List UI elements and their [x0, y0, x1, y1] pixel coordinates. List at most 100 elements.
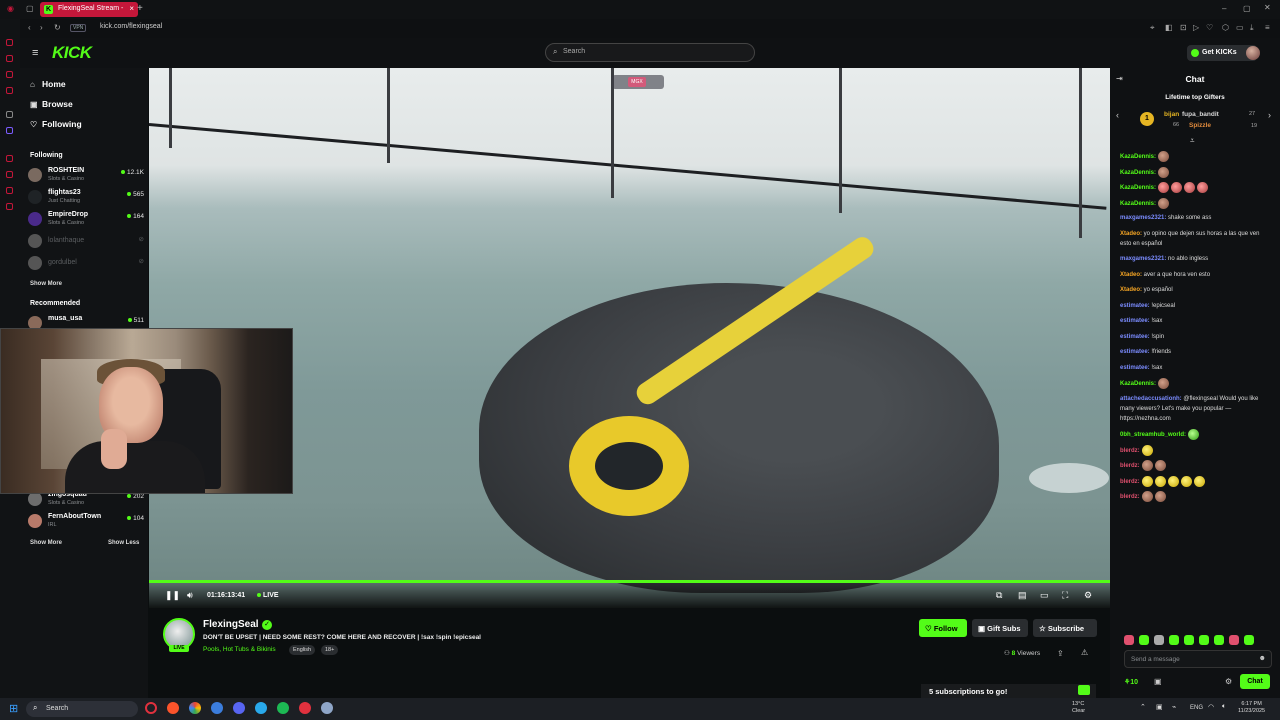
sidebar-app-icon[interactable] — [6, 127, 13, 134]
settings-app-icon[interactable] — [321, 702, 333, 714]
wifi-icon[interactable]: ◠ — [1208, 703, 1214, 711]
sidebar-app-icon[interactable] — [6, 203, 13, 210]
sidebar-app-icon[interactable] — [6, 71, 13, 78]
speaker-icon[interactable]: 🔈︎ — [1222, 703, 1226, 711]
app-icon[interactable] — [211, 702, 223, 714]
expand-gifters-icon[interactable]: ⩡ — [1190, 136, 1195, 146]
chat-username[interactable]: KazaDennis: — [1120, 185, 1156, 191]
screenshot-icon[interactable]: ⊡ — [1180, 23, 1187, 32]
sidebar-app-icon[interactable] — [6, 187, 13, 194]
chat-emote-icon[interactable] — [1158, 378, 1170, 389]
gift-icon[interactable]: ▣ — [1154, 677, 1162, 686]
video-player[interactable]: MGX — [149, 68, 1110, 608]
chat-emote-icon[interactable] — [1141, 491, 1153, 502]
chat-username[interactable]: 0bh_streamhub_world: — [1120, 432, 1186, 438]
vpn-badge[interactable]: VPN — [70, 24, 87, 32]
sidebar-app-icon[interactable] — [6, 155, 13, 162]
chat-emote-icon[interactable] — [1184, 182, 1196, 193]
webcam-popout[interactable] — [0, 328, 293, 494]
subscribe-button[interactable]: ☆ Subscribe — [1033, 619, 1097, 637]
chat-emote-icon[interactable] — [1158, 197, 1170, 209]
live-indicator[interactable]: LIVE — [257, 592, 279, 599]
chat-emote-icon[interactable] — [1197, 182, 1209, 193]
emoji-icon[interactable]: ☻ — [1259, 655, 1266, 662]
chat-emote-icon[interactable] — [1158, 151, 1170, 162]
emote-button[interactable] — [1139, 635, 1149, 645]
user-avatar[interactable] — [1246, 46, 1260, 60]
emote-button[interactable] — [1154, 635, 1164, 645]
streamer-name[interactable]: FlexingSeal — [203, 619, 259, 630]
discord-app-icon[interactable] — [233, 702, 245, 714]
gifter-name[interactable]: fupa_bandit — [1182, 111, 1219, 118]
emote-button[interactable] — [1244, 635, 1254, 645]
chat-username[interactable]: estimatee: — [1120, 334, 1150, 340]
nav-following[interactable]: ♡ Following — [30, 119, 82, 129]
taskbar-search[interactable]: ⌕ Search — [26, 701, 138, 717]
gifter-name[interactable]: Spizzle — [1189, 122, 1211, 129]
chat-emote-icon[interactable] — [1158, 182, 1170, 193]
report-icon[interactable]: ⚠ — [1081, 648, 1088, 657]
back-icon[interactable]: ‹ — [28, 23, 31, 32]
gifters-next-icon[interactable]: › — [1268, 110, 1271, 120]
chat-username[interactable]: attachedaccusationh: — [1120, 396, 1182, 402]
chat-username[interactable]: blerdz: — [1120, 448, 1140, 454]
spotify-app-icon[interactable] — [277, 702, 289, 714]
heart-icon[interactable]: ♡ — [1206, 23, 1213, 32]
sidebar-channel[interactable]: ROSHTEIN Slots & Casino 12.1K — [28, 166, 144, 186]
chat-username[interactable]: Xtadeo: — [1120, 287, 1142, 293]
share-icon[interactable]: ⇪ — [1057, 649, 1064, 658]
chat-username[interactable]: maxgames2321: — [1120, 215, 1166, 221]
chat-username[interactable]: Xtadeo: — [1120, 272, 1142, 278]
chat-emote-icon[interactable] — [1158, 166, 1170, 178]
chat-emote-icon[interactable] — [1154, 475, 1166, 487]
bookmark-icon[interactable]: ⌖ — [1150, 23, 1155, 33]
reload-icon[interactable]: ↻ — [54, 23, 61, 32]
opera-app-icon[interactable] — [145, 702, 157, 714]
stream-category[interactable]: Pools, Hot Tubs & Bikinis — [203, 646, 276, 653]
sidebar-app-icon[interactable] — [6, 87, 13, 94]
send-chat-button[interactable]: Chat — [1240, 674, 1270, 689]
wallet-icon[interactable]: ▭ — [1236, 23, 1244, 32]
sidebar-channel[interactable]: flightas23 Just Chatting 565 — [28, 188, 144, 208]
chat-settings-icon[interactable]: ⚙ — [1225, 677, 1232, 686]
chat-username[interactable]: KazaDennis: — [1120, 381, 1156, 387]
chat-emote-icon[interactable] — [1171, 182, 1183, 193]
language-tag[interactable]: English — [289, 645, 316, 655]
chat-username[interactable]: maxgames2321: — [1120, 256, 1166, 262]
emote-button[interactable] — [1184, 635, 1194, 645]
sidebar-app-icon[interactable] — [6, 55, 13, 62]
player-icon[interactable]: ▷ — [1193, 23, 1199, 32]
menu-icon[interactable]: ≡ — [1265, 23, 1270, 32]
follow-button[interactable]: ♡ Follow — [919, 619, 967, 637]
sidebar-app-icon[interactable] — [6, 39, 13, 46]
telegram-app-icon[interactable] — [255, 702, 267, 714]
search-input[interactable]: ⌕ Search — [545, 43, 755, 62]
chat-username[interactable]: estimatee: — [1120, 318, 1150, 324]
nav-home[interactable]: ⌂ Home — [30, 79, 66, 89]
pause-icon[interactable]: ❚❚ — [165, 590, 180, 601]
network-icon[interactable]: ⌁ — [1172, 703, 1176, 711]
tray-app-icon[interactable]: ▣ — [1156, 703, 1163, 711]
emote-button[interactable] — [1199, 635, 1209, 645]
system-clock[interactable]: 6:17 PM 11/23/2025 — [1238, 701, 1265, 715]
theater-mode-icon[interactable]: ▭ — [1040, 590, 1049, 601]
chat-username[interactable]: KazaDennis: — [1120, 201, 1156, 207]
opera-logo-icon[interactable]: ◉ — [7, 4, 14, 13]
chat-username[interactable]: estimatee: — [1120, 303, 1150, 309]
hamburger-menu-icon[interactable]: ≡ — [32, 47, 38, 59]
sidebar-channel[interactable]: EmpireDrop Slots & Casino 164 — [28, 210, 144, 230]
tab-menu-icon[interactable]: ▢ — [26, 4, 34, 13]
new-tab-button[interactable]: + — [137, 3, 143, 14]
chat-emote-icon[interactable] — [1167, 475, 1179, 487]
gifters-prev-icon[interactable]: ‹ — [1116, 110, 1119, 120]
windows-start-icon[interactable]: ⊞ — [9, 702, 18, 715]
minimize-icon[interactable]: – — [1222, 4, 1226, 13]
sidebar-channel[interactable]: FernAboutTown IRL 104 — [28, 512, 144, 532]
app-icon[interactable] — [299, 702, 311, 714]
chat-emote-icon[interactable] — [1193, 475, 1205, 487]
sidebar-app-icon[interactable] — [6, 111, 13, 118]
url-field[interactable]: kick.com/flexingseal — [100, 23, 162, 30]
volume-icon[interactable]: 🔊︎ — [187, 590, 193, 601]
show-less-recommended[interactable]: Show Less — [108, 540, 139, 546]
chat-username[interactable]: Xtadeo: — [1120, 231, 1142, 237]
